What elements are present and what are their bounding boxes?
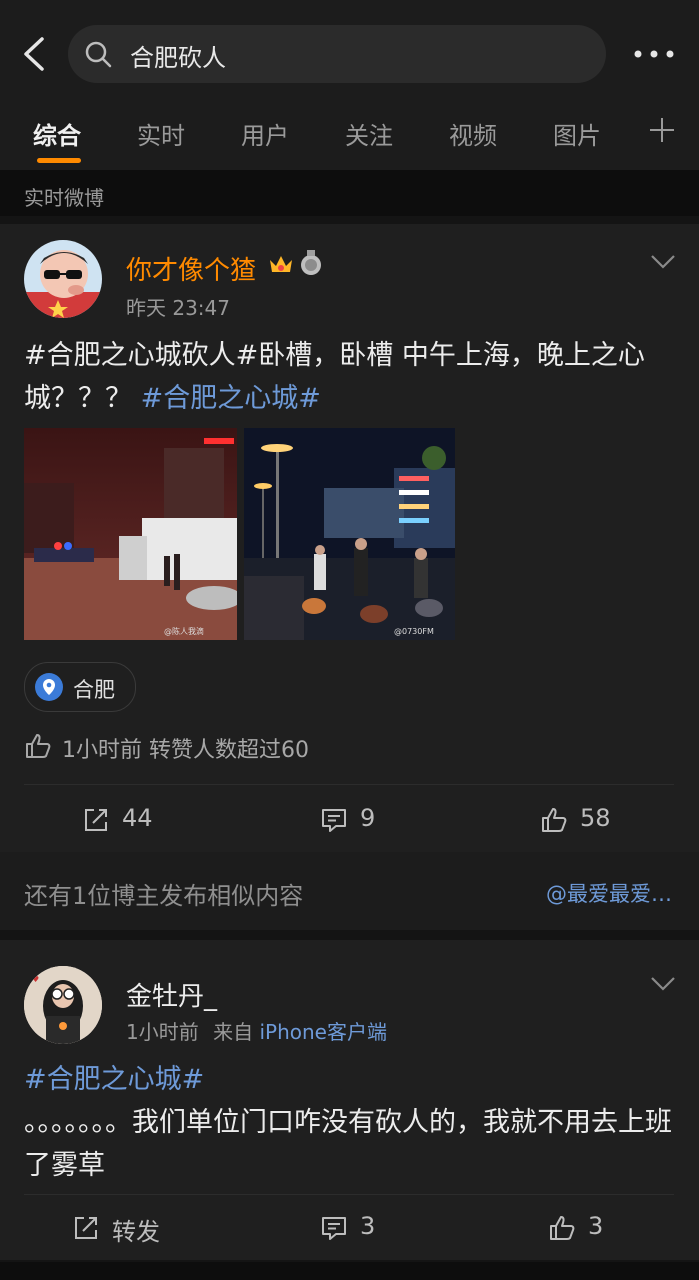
author-name[interactable]: 你才像个猹 xyxy=(126,250,256,287)
author-name[interactable]: 金牡丹_ xyxy=(126,976,217,1013)
like-button[interactable]: 58 xyxy=(540,804,630,834)
repost-button[interactable]: 转发 xyxy=(72,1212,182,1246)
avatar[interactable]: ♥ xyxy=(24,966,102,1044)
post-card[interactable]: 你才像个猹 昨天 23:47 #合肥之心城砍人#卧槽，卧槽 中午上海，晚上之心城… xyxy=(0,224,699,852)
location-pin-icon xyxy=(35,673,63,701)
post-text-body: 。。。。。。。我们单位门口咋没有砍人的，我就不用去上班了雾草 xyxy=(24,1107,672,1181)
comment-count: 9 xyxy=(360,804,376,832)
tab-realtime[interactable]: 实时 xyxy=(137,116,185,151)
source-prefix: 来自 xyxy=(213,1020,254,1044)
comment-icon xyxy=(322,1217,346,1240)
search-icon xyxy=(85,41,112,68)
svg-text:♥: ♥ xyxy=(32,975,39,984)
share-icon xyxy=(75,1217,97,1239)
thumbs-up-icon xyxy=(26,734,51,758)
divider xyxy=(24,1194,674,1195)
like-count: 3 xyxy=(588,1212,604,1240)
post-time: 昨天 23:47 xyxy=(126,296,230,320)
medal-badge-icon xyxy=(301,250,321,275)
similar-content-bar[interactable]: 还有1位博主发布相似内容 @最爱最爱… xyxy=(0,852,699,930)
thumbs-up-icon xyxy=(550,1216,575,1240)
like-count: 58 xyxy=(580,804,611,832)
post-text: #合肥之心城砍人#卧槽，卧槽 中午上海，晚上之心城？？？ #合肥之心城# xyxy=(24,334,674,420)
search-input[interactable]: 合肥砍人 xyxy=(68,25,606,83)
tab-users[interactable]: 用户 xyxy=(241,116,289,151)
avatar[interactable] xyxy=(24,240,102,318)
repost-count: 44 xyxy=(122,804,153,832)
post-time: 1小时前 xyxy=(126,1020,199,1044)
post-meta: 1小时前 来自 iPhone客户端 xyxy=(126,1016,387,1045)
repost-label: 转发 xyxy=(112,1218,160,1246)
tab-follow[interactable]: 关注 xyxy=(345,116,393,151)
image-watermark: @陈人我滴 xyxy=(164,626,204,636)
section-header: 实时微博 xyxy=(0,170,699,216)
divider xyxy=(24,784,674,785)
tab-images[interactable]: 图片 xyxy=(553,116,601,151)
section-header-label: 实时微博 xyxy=(24,186,104,210)
hashtag-link[interactable]: #合肥之心城# xyxy=(141,383,321,414)
add-tab-icon[interactable] xyxy=(648,116,676,144)
similar-content-link[interactable]: @最爱最爱… xyxy=(546,878,672,908)
more-icon[interactable] xyxy=(632,44,676,64)
chevron-down-icon[interactable] xyxy=(650,254,676,270)
back-icon[interactable] xyxy=(20,36,50,72)
like-button[interactable]: 3 xyxy=(548,1212,628,1242)
post-text-body: #合肥之心城砍人#卧槽，卧槽 中午上海，晚上之心城？？？ xyxy=(24,340,645,414)
share-icon xyxy=(85,809,107,831)
search-query: 合肥砍人 xyxy=(130,44,226,72)
tab-comprehensive[interactable]: 综合 xyxy=(33,116,81,151)
comment-button[interactable]: 9 xyxy=(320,804,400,834)
image-watermark: @0730FM xyxy=(394,627,434,636)
repost-button[interactable]: 44 xyxy=(82,804,182,834)
tab-bar: 综合 实时 用户 关注 视频 图片 xyxy=(0,106,699,170)
active-tab-indicator xyxy=(37,158,81,163)
top-bar: 合肥砍人 xyxy=(0,0,699,106)
thumbs-up-icon xyxy=(542,808,567,832)
location-tag[interactable]: 合肥 xyxy=(24,662,136,712)
like-summary-text: 1小时前 转赞人数超过60 xyxy=(62,738,309,763)
page-bottom-edge xyxy=(0,1262,699,1280)
comment-icon xyxy=(322,809,346,832)
location-label: 合肥 xyxy=(73,678,115,702)
source-link[interactable]: iPhone客户端 xyxy=(259,1020,387,1044)
tab-video[interactable]: 视频 xyxy=(449,116,497,151)
post-image[interactable]: @陈人我滴 xyxy=(24,428,237,640)
post-image[interactable]: @0730FM xyxy=(244,428,455,640)
similar-content-text: 还有1位博主发布相似内容 xyxy=(24,882,304,910)
post-text: #合肥之心城# 。。。。。。。我们单位门口咋没有砍人的，我就不用去上班了雾草 xyxy=(24,1058,674,1187)
chevron-down-icon[interactable] xyxy=(650,976,676,992)
post-card[interactable]: ♥ 金牡丹_ 1小时前 来自 iPhone客户端 #合肥之心城# 。。。。。。。… xyxy=(0,940,699,1260)
comment-button[interactable]: 3 xyxy=(320,1212,400,1242)
hashtag-link[interactable]: #合肥之心城# xyxy=(24,1058,674,1101)
comment-count: 3 xyxy=(360,1212,376,1240)
crown-badge-icon xyxy=(270,256,292,272)
